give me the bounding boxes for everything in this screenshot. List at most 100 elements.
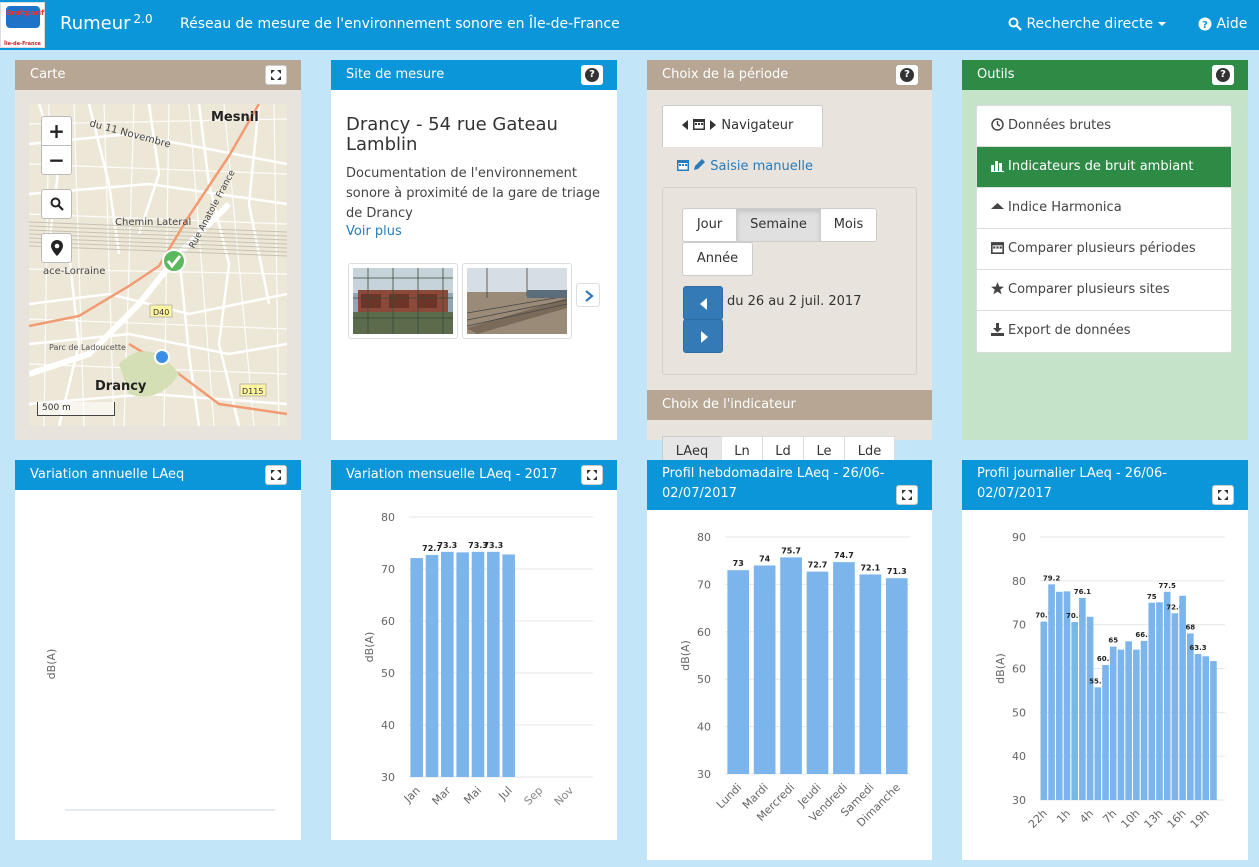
chart-header: Variation mensuelle LAeq - 2017 [331, 460, 617, 490]
map-label-lorraine: ace-Lorraine [43, 266, 105, 277]
map-panel-title: Carte [30, 67, 66, 82]
previous-period-button[interactable] [683, 286, 723, 320]
bar [1063, 591, 1071, 800]
help-button[interactable]: ? [896, 65, 918, 85]
indicator-title: Choix de l'indicateur [662, 397, 796, 412]
see-more-link[interactable]: Voir plus [346, 224, 402, 239]
tool-harmonica[interactable]: Indice Harmonica [977, 188, 1231, 229]
expand-button[interactable] [265, 65, 287, 85]
weekly-chart: dB(A) 30 40 50 60 70 80 73 74 75.7 72.7 74.7 72.1 71.… [679, 531, 910, 830]
day-button[interactable]: Jour [682, 208, 737, 242]
bar [833, 562, 855, 774]
search-icon [50, 197, 64, 211]
zoom-in-button[interactable]: + [41, 116, 72, 146]
calendar-icon [677, 160, 689, 171]
data-label: 65 [1108, 637, 1118, 645]
bar [780, 557, 802, 774]
expand-icon [1218, 490, 1228, 500]
tab-navigator-label: Navigateur [721, 118, 794, 133]
expand-button[interactable] [265, 465, 287, 485]
next-photo-button[interactable] [576, 283, 600, 307]
data-label: 75.7 [781, 546, 801, 555]
chart-panel-daily: Profil journalier LAeq - 26/06-02/07/201… [962, 460, 1248, 860]
bar [753, 565, 776, 774]
site-photo-2[interactable] [462, 263, 572, 339]
question-icon: ? [585, 68, 599, 82]
site-photo-1[interactable] [348, 263, 458, 339]
locate-button[interactable] [41, 233, 72, 263]
help-button[interactable]: ? [581, 65, 603, 85]
y-tick-label: 50 [1012, 706, 1026, 719]
bar [1102, 664, 1109, 800]
chart-title: Profil journalier LAeq - 26/06-02/07/201… [977, 466, 1167, 501]
pencil-icon [694, 159, 706, 170]
x-tick-label: 10h [1118, 807, 1142, 831]
tool-export[interactable]: Export de données [977, 311, 1231, 352]
map-scale: 500 m [37, 402, 115, 416]
data-label: 79.2 [1043, 574, 1060, 582]
bruitparif-logo[interactable]: Bruitparif Île-de-France [0, 2, 45, 48]
map-panel: Carte Mesnil du 11 Novembre Chemin Later… [15, 60, 301, 440]
tool-ambient-noise[interactable]: Indicateurs de bruit ambiant [977, 147, 1231, 188]
map-label-d115: D115 [242, 387, 263, 396]
expand-button[interactable] [581, 465, 603, 485]
next-period-button[interactable] [683, 319, 723, 353]
bar [1133, 649, 1140, 800]
search-label: Recherche directe [1026, 16, 1154, 32]
bar [1186, 633, 1194, 800]
y-tick-label: 50 [697, 673, 711, 686]
tool-raw-data[interactable]: Données brutes [977, 106, 1231, 147]
map-panel-header: Carte [15, 60, 301, 90]
tool-compare-sites[interactable]: Comparer plusieurs sites [977, 270, 1231, 311]
caret-left-icon [682, 120, 688, 130]
bar [1171, 613, 1179, 800]
chart-header: Variation annuelle LAeq [15, 460, 301, 490]
week-button[interactable]: Semaine [736, 208, 821, 242]
map-search-button[interactable] [41, 189, 72, 219]
bar [487, 551, 500, 777]
app-brand[interactable]: Rumeur 2.0 [60, 12, 153, 34]
y-tick-label: 40 [697, 721, 711, 734]
y-axis-label: dB(A) [45, 649, 58, 680]
question-circle-icon: ? [1198, 17, 1212, 31]
bar [456, 552, 469, 777]
zoom-out-button[interactable]: − [41, 145, 72, 175]
y-tick-label: 70 [381, 563, 395, 576]
tab-navigator[interactable]: Navigateur [662, 105, 823, 147]
expand-button[interactable] [896, 485, 918, 505]
chart-title: Variation mensuelle LAeq - 2017 [346, 467, 558, 482]
help-button[interactable]: ? [1212, 65, 1234, 85]
x-tick-label: Jul [495, 784, 514, 803]
bar [1055, 591, 1063, 800]
data-label: 73.3 [483, 541, 503, 550]
month-button[interactable]: Mois [820, 208, 877, 242]
y-tick-label: 50 [381, 667, 395, 680]
bar [425, 554, 439, 777]
brand-version: 2.0 [133, 12, 153, 26]
tool-compare-periods[interactable]: Comparer plusieurs périodes [977, 229, 1231, 270]
bar [1202, 656, 1210, 800]
search-icon [1008, 17, 1022, 31]
map-view[interactable]: Mesnil du 11 Novembre Chemin Lateral Rue… [29, 104, 287, 426]
caret-down-icon [1157, 22, 1166, 26]
tab-manual-entry[interactable]: Saisie manuelle [677, 158, 813, 174]
expand-button[interactable] [1212, 485, 1234, 505]
train-photo [353, 268, 453, 334]
calendar-icon [991, 242, 1004, 254]
chart-panel-weekly: Profil hebdomadaire LAeq - 26/06-02/07/2… [647, 460, 932, 860]
x-tick-label: 22h [1026, 807, 1050, 831]
tool-label: Comparer plusieurs périodes [1008, 241, 1196, 256]
navbar: Bruitparif Île-de-France Rumeur 2.0 Résea… [0, 0, 1259, 50]
expand-icon [271, 470, 281, 480]
search-dropdown[interactable]: Recherche directe [1008, 16, 1166, 32]
y-tick-label: 80 [1012, 575, 1026, 588]
chart-panel-monthly: Variation mensuelle LAeq - 2017 dB(A) 30 4… [331, 460, 617, 840]
data-label: 63.3 [1189, 644, 1206, 652]
year-button[interactable]: Année [682, 242, 753, 276]
map-marker-icon [50, 240, 63, 256]
bar [410, 558, 423, 777]
help-link[interactable]: ? Aide [1198, 16, 1247, 32]
tools-panel: Outils ? Données brutes Indicateurs de b… [962, 60, 1248, 440]
app-tagline: Réseau de mesure de l'environnement sono… [180, 16, 620, 32]
bar [1040, 621, 1048, 800]
